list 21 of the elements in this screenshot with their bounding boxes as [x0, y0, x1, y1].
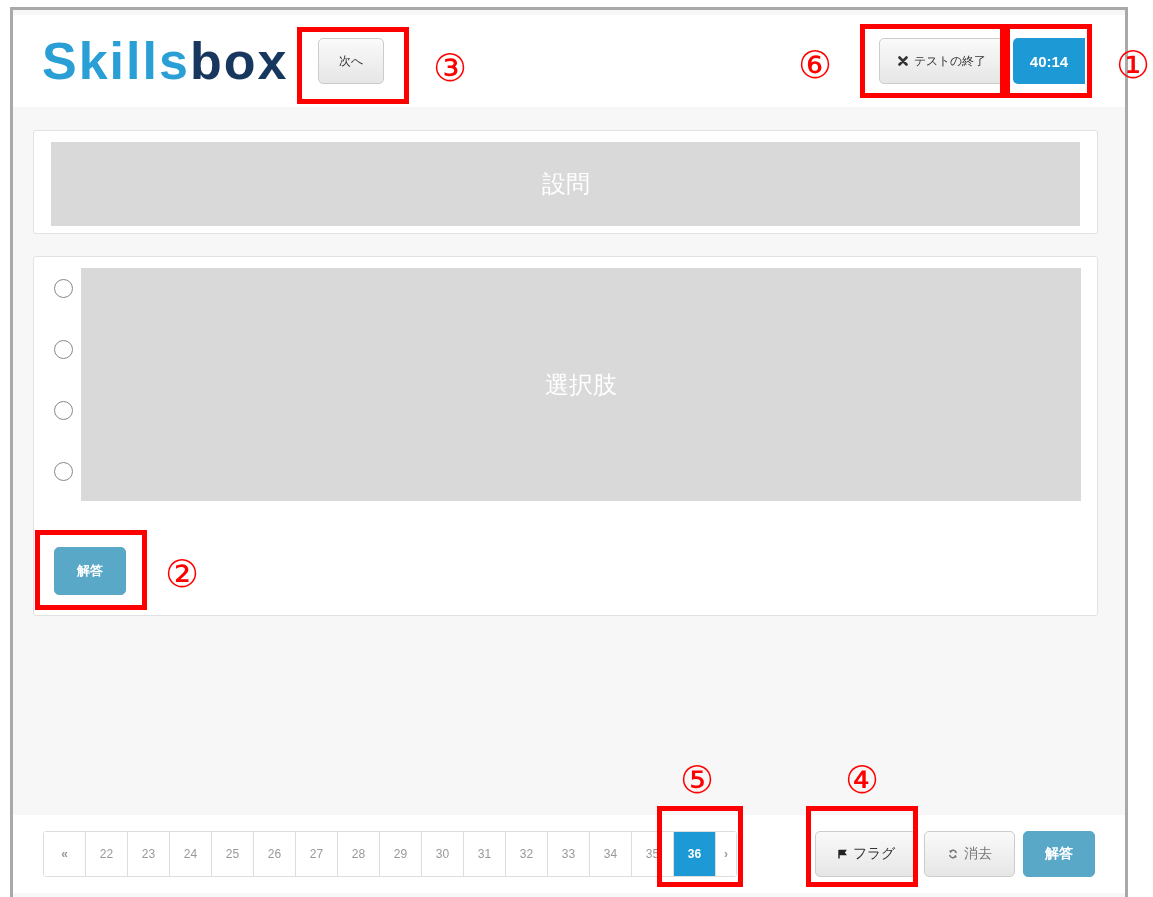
refresh-icon	[947, 849, 958, 859]
radio-button[interactable]	[54, 279, 73, 298]
close-icon	[898, 56, 908, 66]
radio-button[interactable]	[54, 340, 73, 359]
clear-button[interactable]: 消去	[924, 831, 1015, 877]
annotation-number: ③	[431, 45, 469, 92]
page-number[interactable]: 36	[674, 832, 716, 876]
radio-button[interactable]	[54, 401, 73, 420]
next-button[interactable]: 次へ	[318, 38, 384, 84]
radio-button[interactable]	[54, 462, 73, 481]
annotation-number: ④	[843, 757, 881, 804]
flag-icon	[836, 849, 847, 859]
annotation-number: ⑥	[796, 42, 834, 89]
flag-button[interactable]: フラグ	[815, 831, 916, 877]
annotation-number: ⑤	[678, 757, 716, 804]
timer-badge: 40:14	[1013, 38, 1085, 84]
annotation-number: ①	[1114, 42, 1152, 89]
skillsbox-logo: Skillsbox	[42, 35, 290, 87]
answer-button[interactable]: 解答	[1023, 831, 1095, 877]
annotation-number: ②	[163, 551, 201, 598]
answer-button[interactable]: 解答	[54, 547, 126, 595]
